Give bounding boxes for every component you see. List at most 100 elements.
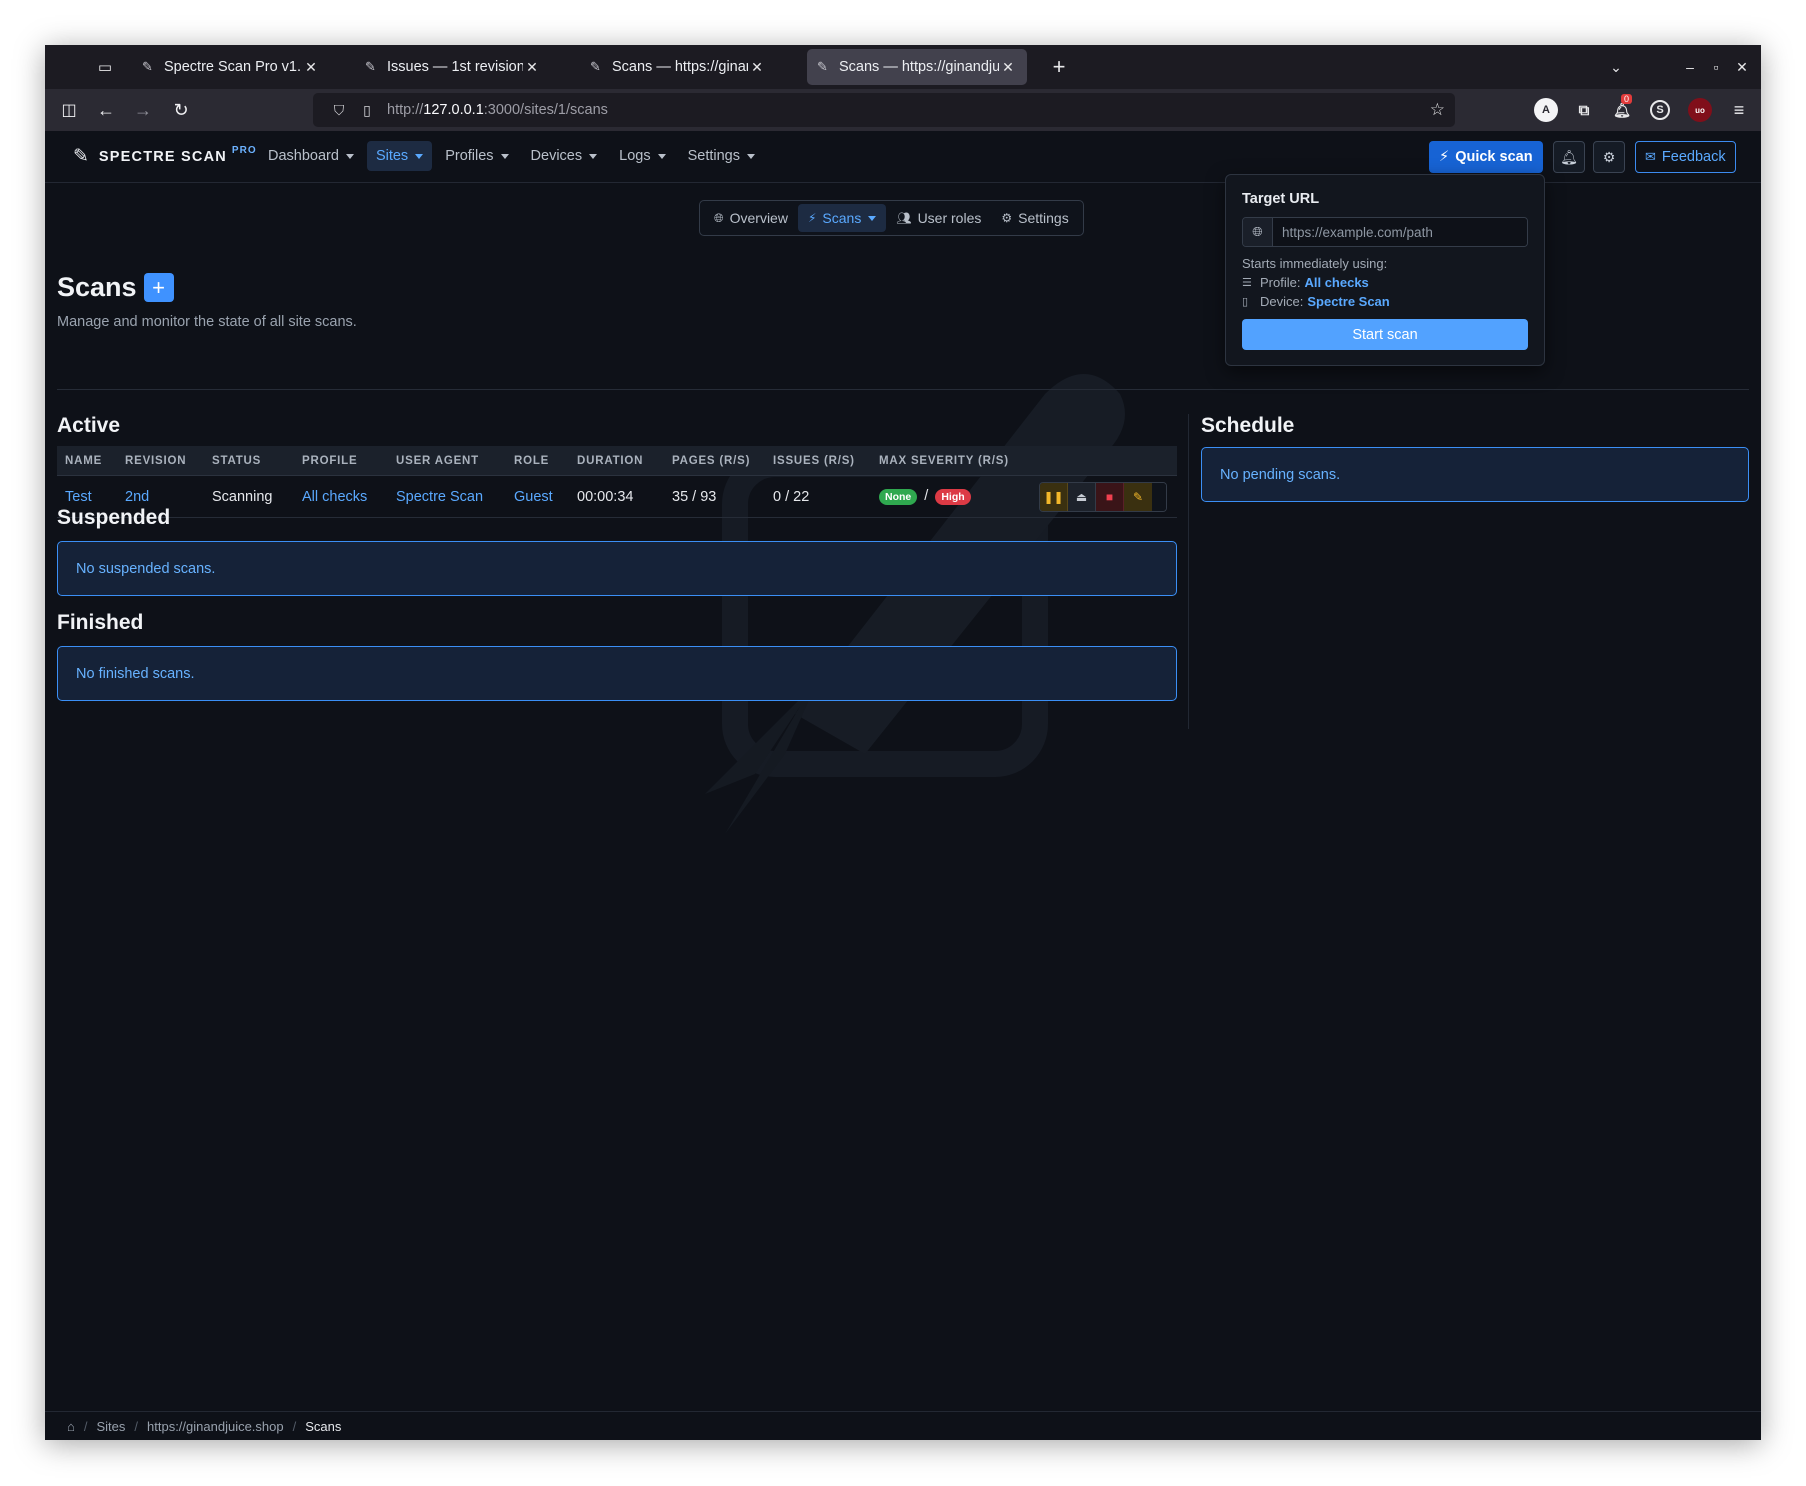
site-subnav: 🌐︎ Overview ⚡︎ Scans 👥︎ User roles ⚙ Setting…	[699, 200, 1084, 236]
profile-value-link[interactable]: All checks	[1304, 275, 1368, 290]
pause-icon: ❚❚	[1043, 490, 1064, 504]
column-divider	[1188, 414, 1189, 729]
maximize-icon[interactable]: ▫	[1703, 53, 1729, 81]
eject-icon: ⏏	[1075, 490, 1088, 504]
url-text: http://127.0.0.1:3000/sites/1/scans	[387, 102, 608, 118]
caret-down-icon	[589, 153, 598, 159]
bolt-icon: ⚡︎	[807, 211, 817, 225]
gear-icon: ⚙	[1001, 211, 1013, 225]
suspended-empty-alert: No suspended scans.	[57, 541, 1177, 596]
browser-tab[interactable]: ✎ Spectre Scan Pro v1.12 ✕	[132, 49, 330, 85]
menu-profiles[interactable]: Profiles	[436, 141, 517, 171]
duration-text: 00:00:34	[577, 489, 634, 505]
menu-dashboard[interactable]: Dashboard	[259, 141, 363, 171]
quick-scan-popover: Target URL 🌐︎ Starts immediately using: …	[1225, 174, 1545, 366]
reload-icon[interactable]: ↻	[167, 96, 195, 124]
theme-settings-button[interactable]: ⚙	[1593, 141, 1625, 173]
edit-icon: ✎	[1132, 490, 1144, 504]
ublock-icon[interactable]: uo	[1688, 98, 1712, 122]
spectre-favicon-icon: ✎	[817, 59, 828, 74]
target-url-input[interactable]	[1273, 218, 1527, 246]
tab-list-chevron-icon[interactable]: ⌄	[1603, 53, 1629, 81]
back-icon[interactable]: ←	[92, 96, 120, 124]
extensions-puzzle-icon[interactable]: ⧉	[1572, 98, 1596, 122]
close-icon[interactable]: ✕	[999, 59, 1017, 76]
role-link[interactable]: Guest	[514, 489, 553, 505]
breadcrumb-separator: /	[292, 1418, 297, 1434]
tab-title: Scans — https://ginandjuice	[612, 59, 748, 75]
tab-title: Issues — 1st revision - Test	[387, 59, 523, 75]
minimize-icon[interactable]: –	[1677, 53, 1703, 81]
subnav-scans[interactable]: ⚡︎ Scans	[797, 204, 887, 232]
breadcrumb-separator: /	[134, 1418, 139, 1434]
suspend-button[interactable]: ⏏	[1068, 483, 1096, 511]
window-close-icon[interactable]: ✕	[1729, 53, 1755, 81]
table-header: NAME REVISION STATUS PROFILE USER AGENT …	[57, 446, 1177, 476]
brand-tag: PRO	[231, 145, 257, 156]
browser-tab[interactable]: ✎ Issues — 1st revision - Test ✕	[355, 49, 551, 85]
menu-devices[interactable]: Devices	[522, 141, 607, 171]
globe-icon: 🌐︎	[1243, 218, 1273, 246]
menu-sites[interactable]: Sites	[366, 141, 433, 171]
close-icon[interactable]: ✕	[748, 59, 766, 76]
home-icon[interactable]: ⌂	[67, 1419, 75, 1434]
sync-icon[interactable]: S	[1650, 100, 1670, 120]
scan-name-link[interactable]: Test	[65, 489, 92, 505]
breadcrumb-site[interactable]: https://ginandjuice.shop	[147, 1419, 284, 1434]
menu-settings[interactable]: Settings	[679, 141, 764, 171]
brand-name: SPECTRE SCAN	[98, 148, 227, 165]
notifications-bell-button[interactable]: 🔔︎	[1553, 141, 1585, 173]
subnav-settings[interactable]: ⚙ Settings	[991, 204, 1078, 232]
address-bar[interactable]: ⛉ ▯ http://127.0.0.1:3000/sites/1/scans …	[313, 93, 1455, 127]
add-scan-button[interactable]: +	[143, 273, 174, 302]
close-icon[interactable]: ✕	[523, 59, 541, 76]
issues-text: 0 / 22	[773, 489, 810, 505]
sidebar-toggle-icon[interactable]: ◫	[55, 96, 83, 124]
caret-down-icon	[500, 153, 509, 159]
breadcrumb-sites[interactable]: Sites	[96, 1419, 125, 1434]
tab-strip: ▭ ✎ Spectre Scan Pro v1.12 ✕ ✎ Issues — …	[45, 45, 1761, 89]
severity-badge-high: High	[935, 489, 971, 505]
page-title-row: Scans +	[57, 272, 174, 303]
spectre-logo-icon: ✎	[73, 146, 89, 167]
col-pages: PAGES (R/S)	[672, 454, 751, 467]
hamburger-menu-icon[interactable]: ≡	[1725, 96, 1753, 124]
revision-link[interactable]: 2nd	[125, 489, 149, 505]
page-title: Scans	[57, 272, 137, 302]
finished-heading: Finished	[57, 611, 144, 634]
start-scan-button[interactable]: Start scan	[1242, 319, 1528, 350]
stop-icon: ■	[1105, 490, 1114, 504]
bookmark-star-icon[interactable]: ☆	[1430, 100, 1445, 120]
forward-icon[interactable]: →	[129, 96, 157, 124]
new-tab-button[interactable]: +	[1045, 53, 1073, 81]
actions-spacer	[1152, 483, 1166, 511]
scan-actions: ❚❚ ⏏ ■ ✎	[1039, 482, 1167, 512]
browser-tab-active[interactable]: ✎ Scans — https://ginandjuice ✕	[807, 49, 1027, 85]
brand[interactable]: ✎ SPECTRE SCAN PRO	[73, 145, 257, 168]
page-icon[interactable]: ▯	[353, 102, 381, 119]
user-agent-link[interactable]: Spectre Scan	[396, 489, 483, 505]
caret-down-icon	[415, 153, 424, 159]
col-revision: REVISION	[125, 454, 187, 467]
col-max-severity: MAX SEVERITY (R/S)	[879, 454, 1009, 467]
edit-button[interactable]: ✎	[1124, 483, 1152, 511]
device-value-link[interactable]: Spectre Scan	[1307, 294, 1389, 309]
quick-scan-button[interactable]: ⚡︎ Quick scan	[1429, 141, 1543, 173]
subnav-user-roles[interactable]: 👥︎ User roles	[886, 204, 991, 232]
account-icon[interactable]: A	[1534, 98, 1558, 122]
abort-button[interactable]: ■	[1096, 483, 1124, 511]
spectre-favicon-icon: ✎	[142, 59, 153, 74]
profile-line: ☰ Profile: All checks	[1242, 275, 1369, 290]
schedule-heading: Schedule	[1201, 414, 1295, 437]
menu-logs[interactable]: Logs	[610, 141, 674, 171]
tab-overview-icon[interactable]: ▭	[91, 53, 119, 81]
pause-button[interactable]: ❚❚	[1040, 483, 1068, 511]
feedback-button[interactable]: ✉ Feedback	[1635, 141, 1736, 173]
subnav-overview[interactable]: 🌐︎ Overview	[704, 204, 798, 232]
browser-tab[interactable]: ✎ Scans — https://ginandjuice ✕	[580, 49, 776, 85]
col-issues: ISSUES (R/S)	[773, 454, 855, 467]
close-icon[interactable]: ✕	[302, 59, 320, 76]
shield-icon[interactable]: ⛉	[325, 102, 353, 119]
profile-link[interactable]: All checks	[302, 489, 367, 505]
col-name: NAME	[65, 454, 103, 467]
